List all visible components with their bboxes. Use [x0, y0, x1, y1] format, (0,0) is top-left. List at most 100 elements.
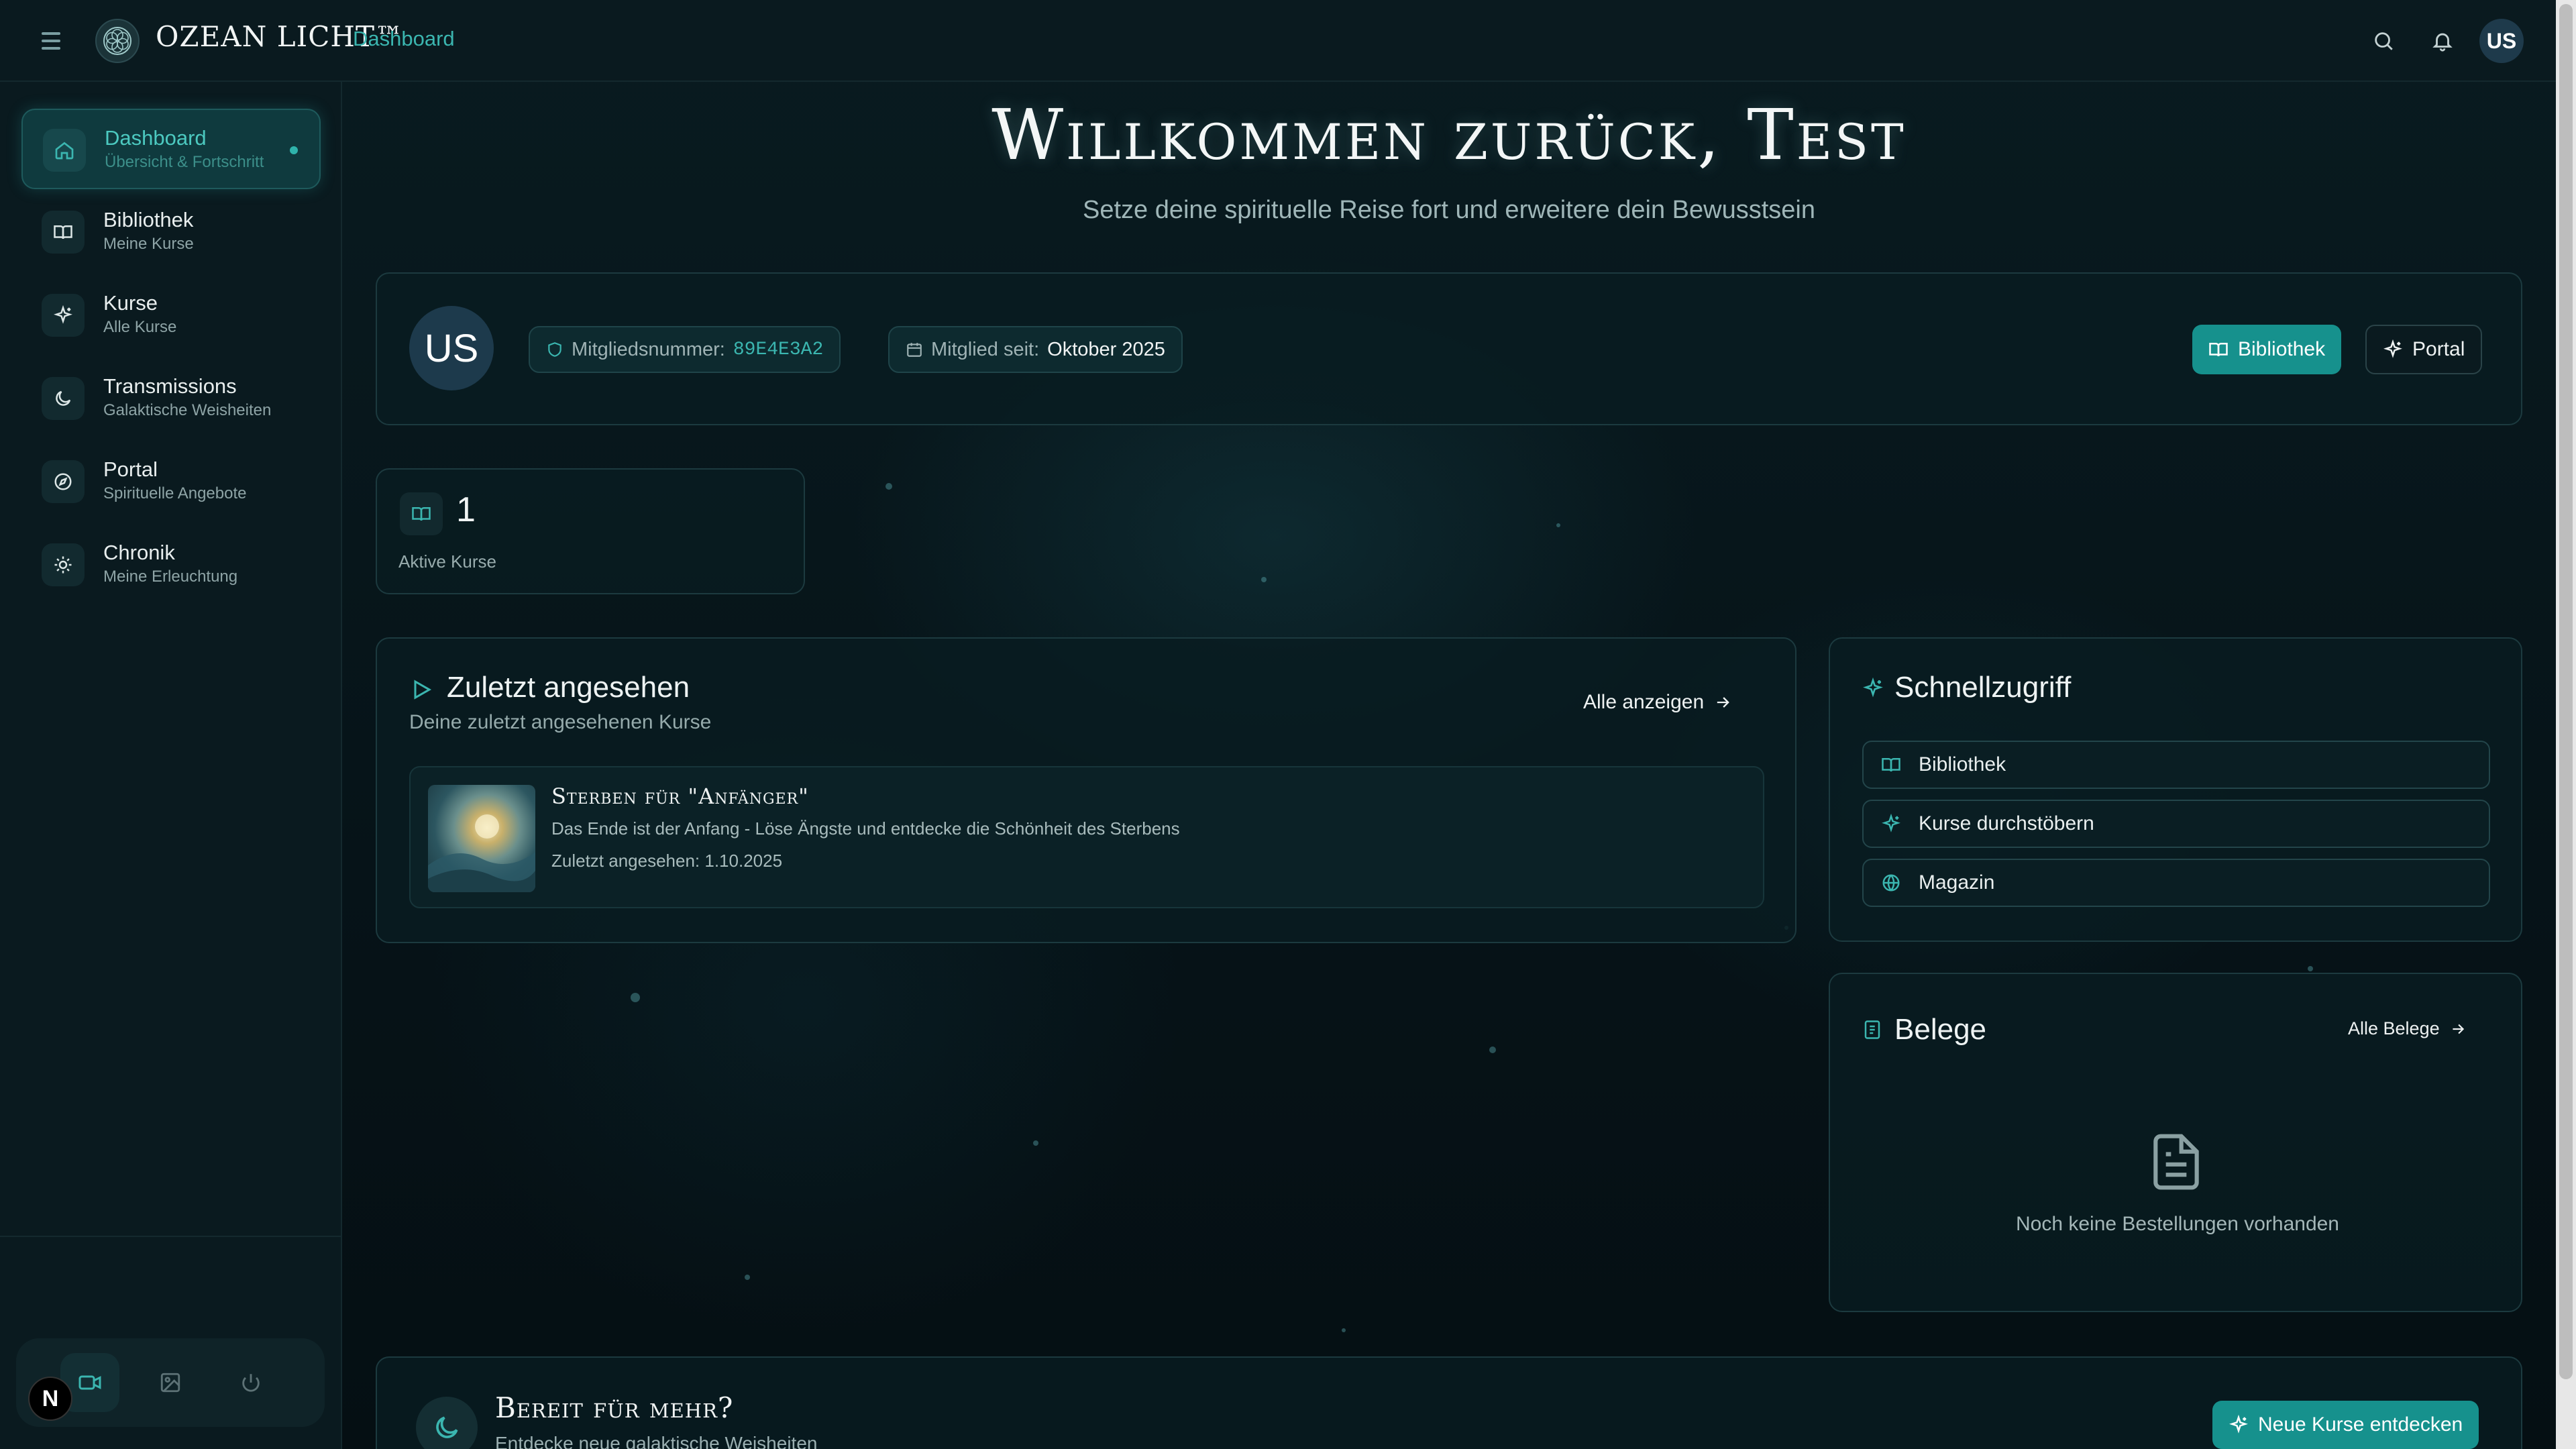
sidebar-item-title: Bibliothek [103, 208, 194, 231]
sidebar-item-chronik[interactable]: Chronik Meine Erleuchtung [21, 525, 321, 605]
view-all-button[interactable]: Alle anzeigen [1583, 691, 1732, 714]
star-particle [631, 993, 640, 1002]
recently-viewed-card: Zuletzt angesehen Deine zuletzt angesehe… [376, 637, 1796, 943]
page-title: Willkommen zurück, Test [991, 94, 1907, 176]
sidebar-item-subtitle: Übersicht & Fortschritt [105, 153, 264, 171]
empty-state-text: Noch keine Bestellungen vorhanden [2015, 1213, 2339, 1235]
active-courses-label: Aktive Kurse [398, 551, 496, 572]
scrollbar-thumb[interactable] [2559, 4, 2573, 1379]
receipts-title: Belege [1894, 1013, 1987, 1046]
active-courses-card: 1 Aktive Kurse [376, 468, 805, 594]
quick-access-label: Magazin [1919, 871, 1995, 894]
quick-access-title: Schnellzugriff [1894, 671, 2072, 704]
portal-button-label: Portal [2412, 338, 2465, 360]
quick-access-magazin[interactable]: Magazin [1862, 859, 2490, 907]
library-button-label: Bibliothek [2238, 338, 2326, 360]
sidebar-item-bibliothek[interactable]: Bibliothek Meine Kurse [21, 192, 321, 272]
n-badge[interactable]: N [28, 1377, 72, 1421]
home-icon [43, 129, 86, 172]
sidebar-item-kurse[interactable]: Kurse Alle Kurse [21, 275, 321, 356]
sidebar: Dashboard Übersicht & Fortschritt Biblio… [0, 82, 342, 1449]
cta-subtitle: Entdecke neue galaktische Weisheiten [495, 1433, 818, 1449]
sparkles-icon [42, 294, 85, 337]
course-last-viewed: Zuletzt angesehen: 1.10.2025 [551, 851, 783, 871]
moon-icon [42, 377, 85, 420]
star-particle [1342, 1328, 1346, 1332]
active-indicator [290, 146, 298, 154]
recently-viewed-title: Zuletzt angesehen [447, 671, 690, 704]
power-icon[interactable] [221, 1353, 280, 1412]
sun-icon [42, 543, 85, 586]
member-number-value: 89E4E3A2 [733, 339, 824, 360]
bell-icon[interactable] [2427, 25, 2458, 56]
flower-logo-icon [103, 27, 131, 55]
globe-icon [1882, 874, 1900, 892]
quick-access-kurse[interactable]: Kurse durchstöbern [1862, 800, 2490, 848]
sparkles-icon [1882, 814, 1900, 833]
sidebar-item-subtitle: Meine Kurse [103, 235, 194, 253]
profile-avatar: US [409, 306, 494, 390]
page-subtitle: Setze deine spirituelle Reise fort und e… [1082, 196, 1816, 224]
shield-icon [548, 342, 561, 357]
sidebar-item-subtitle: Alle Kurse [103, 318, 177, 336]
library-button[interactable]: Bibliothek [2192, 325, 2342, 374]
logo[interactable] [95, 19, 140, 63]
sidebar-item-title: Dashboard [105, 126, 207, 150]
search-icon[interactable] [2368, 25, 2399, 56]
star-particle [1489, 1046, 1496, 1053]
book-icon [42, 211, 85, 254]
calendar-icon [907, 343, 922, 357]
arrow-right-icon [2453, 1024, 2464, 1034]
member-since-label: Mitglied seit: [931, 338, 1040, 360]
sparkles-icon [2229, 1415, 2248, 1434]
discover-courses-label: Neue Kurse entdecken [2258, 1413, 2463, 1436]
quick-access-label: Bibliothek [1919, 753, 2006, 775]
menu-icon[interactable] [38, 28, 64, 54]
cta-banner: Bereit für mehr? Entdecke neue galaktisc… [376, 1356, 2522, 1449]
sidebar-item-title: Kurse [103, 291, 158, 315]
scrollbar[interactable] [2556, 0, 2576, 1449]
discover-courses-button[interactable]: Neue Kurse entdecken [2212, 1401, 2479, 1449]
star-particle [745, 1275, 750, 1280]
member-number-label: Mitgliedsnummer: [572, 338, 725, 360]
star-particle [885, 483, 892, 490]
sidebar-item-title: Chronik [103, 541, 175, 564]
course-thumbnail [428, 785, 535, 892]
sidebar-item-dashboard[interactable]: Dashboard Übersicht & Fortschritt [21, 109, 321, 189]
sidebar-item-subtitle: Meine Erleuchtung [103, 568, 238, 586]
all-receipts-label: Alle Belege [2348, 1018, 2440, 1038]
member-since-value: Oktober 2025 [1047, 338, 1165, 360]
sidebar-item-subtitle: Galaktische Weisheiten [103, 401, 272, 419]
star-particle [2308, 966, 2313, 971]
star-particle [1556, 523, 1560, 527]
profile-card: US Mitgliedsnummer: 89E4E3A2 Mitglied se… [376, 272, 2522, 425]
breadcrumb[interactable]: Dashboard [353, 27, 455, 51]
course-title: Sterben für "Anfänger" [551, 784, 809, 809]
book-icon [2209, 343, 2228, 357]
receipt-icon [1864, 1020, 1880, 1039]
arrow-right-icon [1717, 697, 1729, 708]
sparkles-icon [2383, 339, 2402, 358]
compass-icon [42, 460, 85, 503]
sidebar-item-title: Transmissions [103, 374, 237, 398]
moon-icon [416, 1397, 478, 1449]
recent-course-item[interactable]: Sterben für "Anfänger" Das Ende ist der … [409, 766, 1764, 908]
receipts-card: Belege Alle Belege Noch keine Bestellung… [1829, 973, 2522, 1312]
book-icon [400, 492, 443, 535]
quick-access-bibliothek[interactable]: Bibliothek [1862, 741, 2490, 789]
top-bar: OZEAN LICHT™ Dashboard US [0, 0, 2556, 82]
all-receipts-button[interactable]: Alle Belege [2348, 1018, 2467, 1039]
play-icon [414, 680, 432, 700]
member-since-pill: Mitglied seit: Oktober 2025 [888, 326, 1183, 373]
user-avatar[interactable]: US [2479, 19, 2524, 63]
portal-button[interactable]: Portal [2365, 325, 2483, 374]
sidebar-item-transmissions[interactable]: Transmissions Galaktische Weisheiten [21, 358, 321, 439]
course-description: Das Ende ist der Anfang - Löse Ängste un… [551, 818, 1180, 839]
active-courses-count: 1 [456, 490, 476, 529]
star-particle [1033, 1140, 1038, 1146]
recently-viewed-subtitle: Deine zuletzt angesehenen Kurse [409, 711, 712, 733]
sidebar-item-title: Portal [103, 458, 158, 481]
image-icon[interactable] [141, 1353, 200, 1412]
sidebar-item-portal[interactable]: Portal Spirituelle Angebote [21, 441, 321, 522]
cta-title: Bereit für mehr? [495, 1391, 734, 1424]
